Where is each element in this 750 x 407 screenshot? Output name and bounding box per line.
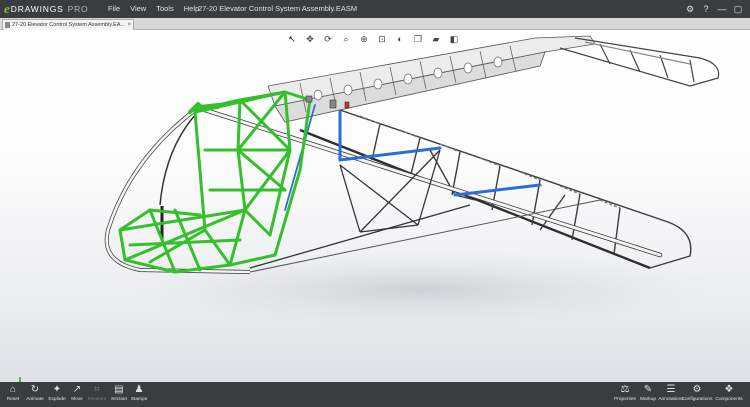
measure-button[interactable]: ⌗ Measure (86, 384, 108, 406)
orientation-icon[interactable]: ❒ (410, 32, 426, 46)
configurations-button[interactable]: ⚙ Configurations (682, 384, 713, 406)
move-icon: ↗ (72, 384, 82, 395)
menu-help[interactable]: Help (184, 4, 199, 13)
section-icon: ▤ (114, 384, 124, 395)
document-icon (5, 22, 10, 28)
menu-view[interactable]: View (130, 4, 146, 13)
menu-bar: File View Tools Help (108, 4, 199, 13)
components-icon: ❖ (724, 384, 734, 395)
zoom-in-icon[interactable]: ⊕ (356, 32, 372, 46)
view-toolbar: ↖ ✥ ⟳ ⌕ ⊕ ⊡ ◐ ❒ ▰ ◧ (284, 32, 462, 46)
tab-close-icon[interactable]: × (127, 22, 131, 28)
axis-triad (19, 377, 21, 382)
configurations-icon: ⚙ (692, 384, 702, 395)
annotations-icon: ☰ (666, 384, 676, 395)
components-button[interactable]: ❖ Components (715, 384, 742, 406)
menu-tools[interactable]: Tools (156, 4, 174, 13)
explode-icon: ✦ (52, 384, 62, 395)
display-style-icon[interactable]: ◧ (446, 32, 462, 46)
animate-icon: ↻ (30, 384, 40, 395)
fuselage-frame (118, 90, 312, 274)
document-tab[interactable]: 27-20 Elevator Control System Assembly.E… (2, 19, 134, 30)
markup-button[interactable]: ✎ Markup (637, 384, 659, 406)
minimize-icon[interactable]: — (714, 1, 730, 17)
animate-button[interactable]: ↻ Animate (24, 384, 46, 406)
title-bar: e DRAWINGS PRO File View Tools Help 27-2… (0, 0, 750, 18)
properties-button[interactable]: ⚖ Properties (614, 384, 636, 406)
previous-view-icon[interactable]: ◐ (392, 32, 408, 46)
zoom-fit-icon[interactable]: ⌕ (338, 32, 354, 46)
measure-icon: ⌗ (94, 384, 100, 395)
markup-icon: ✎ (643, 384, 653, 395)
bottom-toolbar: ⌂ Reset ↻ Animate ✦ Explode ↗ Move ⌗ Mea… (0, 382, 750, 407)
settings-icon[interactable]: ⚙ (682, 1, 698, 17)
pan-tool-icon[interactable]: ✥ (302, 32, 318, 46)
tab-bar: 27-20 Elevator Control System Assembly.E… (0, 18, 750, 30)
logo-suffix: PRO (67, 4, 89, 14)
logo-text: DRAWINGS (10, 4, 64, 14)
window-controls: ⚙ ? — ▢ (682, 1, 746, 17)
stamps-button[interactable]: ♟ Stamps (128, 384, 150, 406)
properties-icon: ⚖ (620, 384, 630, 395)
control-cables (284, 104, 542, 211)
reset-button[interactable]: ⌂ Reset (2, 384, 24, 406)
select-tool-icon[interactable]: ↖ (284, 32, 300, 46)
document-tab-label: 27-20 Elevator Control System Assembly.E… (12, 22, 125, 28)
maximize-icon[interactable]: ▢ (730, 1, 746, 17)
edrawings-logo: e DRAWINGS PRO (4, 1, 89, 16)
model-render (104, 35, 720, 330)
upper-spar-assembly (267, 35, 596, 123)
section-button[interactable]: ▤ Section (108, 384, 130, 406)
ground-shadow (120, 250, 720, 330)
home-icon: ⌂ (9, 384, 17, 395)
move-button[interactable]: ↗ Move (66, 384, 88, 406)
explode-button[interactable]: ✦ Explode (46, 384, 68, 406)
rotate-tool-icon[interactable]: ⟳ (320, 32, 336, 46)
zoom-area-icon[interactable]: ⊡ (374, 32, 390, 46)
logo-letter: e (4, 1, 10, 16)
menu-file[interactable]: File (108, 4, 120, 13)
stamps-icon: ♟ (134, 384, 144, 395)
hide-show-icon[interactable]: ▰ (428, 32, 444, 46)
annotations-button[interactable]: ☰ Annotations (658, 384, 683, 406)
document-title: 27-20 Elevator Control System Assembly.E… (198, 4, 358, 13)
model-viewport[interactable]: ↖ ✥ ⟳ ⌕ ⊕ ⊡ ◐ ❒ ▰ ◧ (0, 30, 750, 382)
help-icon[interactable]: ? (698, 1, 714, 17)
